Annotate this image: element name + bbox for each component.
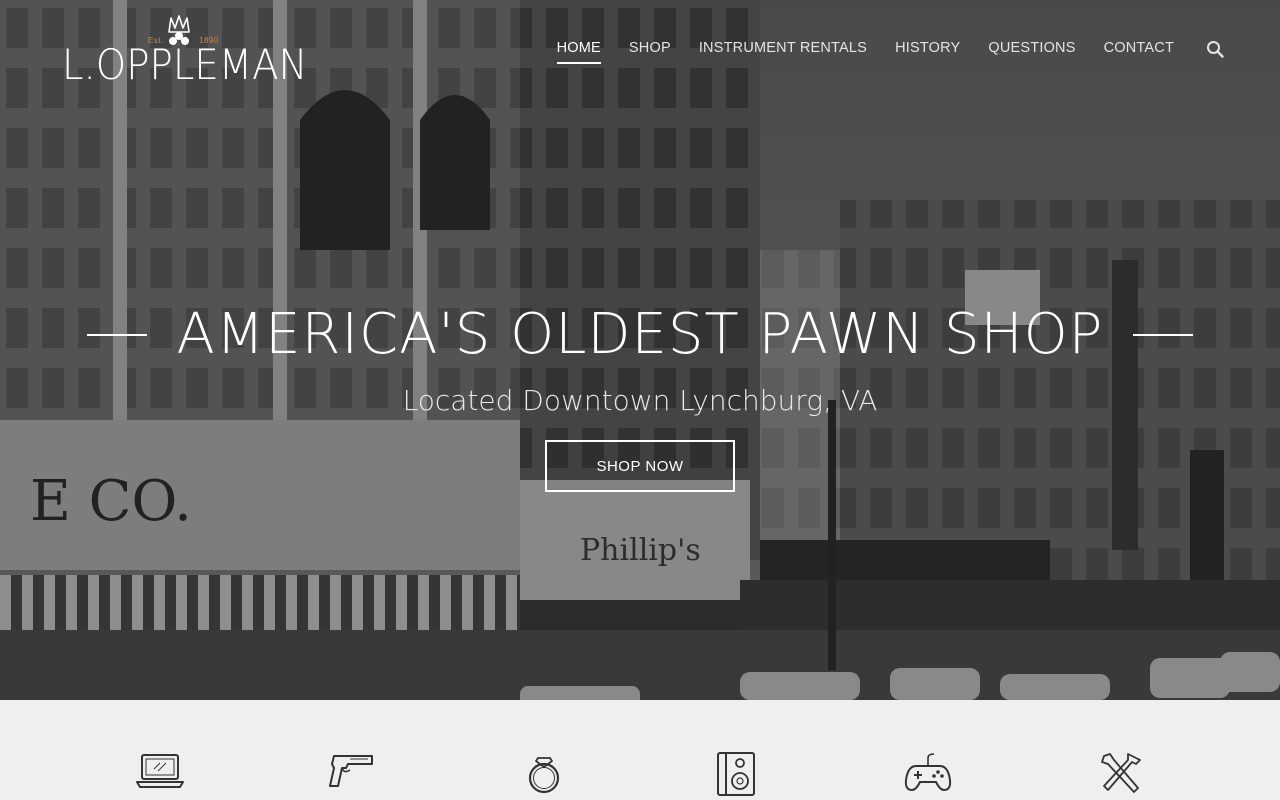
nav-item-history[interactable]: HISTORY bbox=[895, 40, 960, 64]
category-video-games[interactable] bbox=[901, 750, 955, 800]
headline-rule-right bbox=[1133, 333, 1194, 336]
nav-item-shop[interactable]: SHOP bbox=[629, 40, 671, 64]
laptop-icon bbox=[136, 754, 184, 788]
category-audio[interactable] bbox=[709, 750, 763, 800]
category-jewelry[interactable] bbox=[517, 750, 571, 800]
hero-headline: AMERICA'S OLDEST PAWN SHOP bbox=[176, 302, 1104, 367]
nav-item-instrument-rentals[interactable]: INSTRUMENT RENTALS bbox=[699, 40, 867, 64]
category-electronics[interactable] bbox=[133, 750, 187, 800]
headline-rule-left bbox=[86, 333, 147, 336]
main-nav: HOME SHOP INSTRUMENT RENTALS HISTORY QUE… bbox=[529, 40, 1224, 64]
search-icon[interactable] bbox=[1206, 40, 1224, 58]
ring-icon bbox=[528, 757, 560, 794]
category-tools[interactable] bbox=[1093, 750, 1147, 800]
speaker-icon bbox=[717, 752, 755, 796]
category-strip bbox=[0, 700, 1280, 800]
nav-item-questions[interactable]: QUESTIONS bbox=[988, 40, 1075, 64]
site-logo[interactable]: Est. 1890 L.OPPLEMAN bbox=[62, 14, 312, 89]
game-controller-icon bbox=[904, 753, 952, 791]
hero-banner: E CO. Phillip's Est. 1890 L.OPPLEMAN HOM… bbox=[0, 0, 1280, 700]
hero-headline-row: AMERICA'S OLDEST PAWN SHOP bbox=[0, 302, 1280, 367]
shop-now-button[interactable]: SHOP NOW bbox=[545, 440, 735, 492]
nav-item-home[interactable]: HOME bbox=[556, 40, 601, 64]
hero-subheadline: Located Downtown Lynchburg, VA bbox=[402, 384, 878, 417]
category-firearms[interactable] bbox=[325, 750, 379, 800]
nav-item-contact[interactable]: CONTACT bbox=[1104, 40, 1174, 64]
logo-wordmark: L.OPPLEMAN bbox=[62, 40, 308, 89]
tools-icon bbox=[1101, 753, 1141, 793]
handgun-icon bbox=[329, 755, 373, 787]
